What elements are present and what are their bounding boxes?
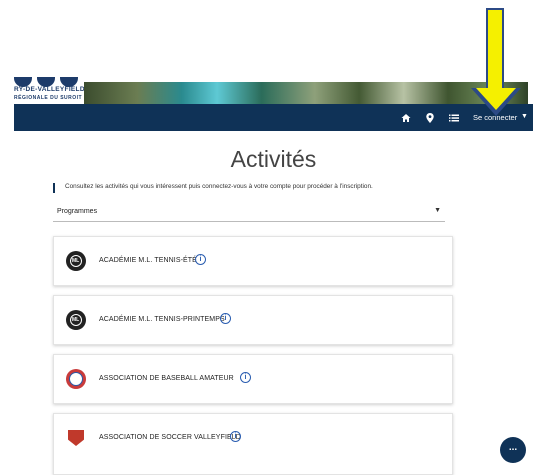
activity-card-title: ACADÉMIE M.L. TENNIS-ÉTÉ bbox=[99, 257, 197, 264]
top-navbar: Se connecter ▼ bbox=[14, 104, 533, 131]
intro-accent-bar bbox=[53, 183, 55, 193]
select-value: Programmes bbox=[57, 208, 98, 215]
header-banner-image bbox=[84, 82, 528, 104]
activity-card-title: ACADÉMIE M.L. TENNIS-PRINTEMPS bbox=[99, 316, 225, 323]
programs-select[interactable]: Programmes ▼ bbox=[53, 205, 445, 222]
activity-card-title: ASSOCIATION DE BASEBALL AMATEUR bbox=[99, 375, 234, 382]
annotation-arrow-shaft bbox=[486, 8, 504, 92]
info-icon[interactable]: i bbox=[230, 431, 241, 442]
activity-card[interactable]: ASSOCIATION DE BASEBALL AMATEUR i bbox=[53, 354, 453, 404]
more-options-button[interactable]: ... bbox=[500, 437, 526, 463]
baseball-association-logo bbox=[66, 369, 86, 389]
logo-text-line1: RY-DE-VALLEYFIELD bbox=[14, 86, 85, 93]
activity-card[interactable]: ML ACADÉMIE M.L. TENNIS-PRINTEMPS i bbox=[53, 295, 453, 345]
chevron-down-icon[interactable]: ▼ bbox=[521, 113, 528, 120]
ml-tennis-logo: ML bbox=[66, 310, 86, 330]
page-title: Activités bbox=[230, 146, 317, 172]
soccer-association-logo bbox=[66, 428, 86, 448]
logo-emblem bbox=[14, 74, 84, 87]
logo-text-line2: RÉGIONALE DU SUROIT bbox=[14, 95, 83, 101]
annotation-arrow-head-fill bbox=[476, 88, 516, 110]
info-icon[interactable]: i bbox=[220, 313, 231, 324]
ml-tennis-logo: ML bbox=[66, 251, 86, 271]
map-pin-icon[interactable] bbox=[426, 113, 434, 126]
activity-card[interactable]: ASSOCIATION DE SOCCER VALLEYFIELD i bbox=[53, 413, 453, 475]
chevron-down-icon[interactable]: ▼ bbox=[434, 207, 441, 214]
info-icon[interactable]: i bbox=[240, 372, 251, 383]
list-icon[interactable] bbox=[449, 113, 459, 126]
activity-card-title: ASSOCIATION DE SOCCER VALLEYFIELD bbox=[99, 434, 241, 441]
home-icon[interactable] bbox=[401, 113, 411, 126]
site-logo[interactable]: RY-DE-VALLEYFIELD RÉGIONALE DU SUROIT bbox=[14, 77, 85, 106]
activity-card[interactable]: ML ACADÉMIE M.L. TENNIS-ÉTÉ i bbox=[53, 236, 453, 286]
intro-text: Consultez les activités qui vous intéres… bbox=[65, 183, 373, 190]
info-icon[interactable]: i bbox=[195, 254, 206, 265]
